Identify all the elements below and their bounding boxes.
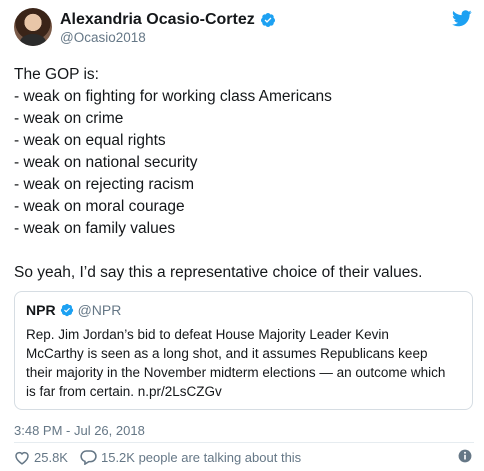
tweet-body: The GOP is: - weak on fighting for worki… (14, 64, 474, 284)
divider (14, 442, 474, 443)
like-count: 25.8K (34, 449, 68, 465)
tweet-line: - weak on national security (14, 154, 198, 171)
tweet-line: - weak on rejecting racism (14, 176, 195, 193)
quoted-tweet[interactable]: NPR @NPR Rep. Jim Jordan’s bid to defeat… (14, 291, 473, 410)
quoted-line: Rep. Jim Jordan’s bid to defeat House Ma… (26, 327, 389, 342)
tweet-line: - weak on family values (14, 220, 176, 237)
heart-icon (15, 451, 29, 465)
tweet-line: - weak on equal rights (14, 132, 166, 149)
tweet-actions: 25.8K 15.2K people are talking about thi… (14, 448, 301, 466)
quoted-line: McCarthy is seen as a long shot, and it … (26, 346, 428, 361)
avatar[interactable] (14, 8, 52, 46)
author-display-name[interactable]: Alexandria Ocasio-Cortez (60, 11, 255, 29)
name-row: Alexandria Ocasio-Cortez (60, 10, 276, 30)
info-icon[interactable] (458, 449, 472, 463)
tweet-line: - weak on crime (14, 110, 124, 127)
tweet-header: Alexandria Ocasio-Cortez @Ocasio2018 (14, 8, 474, 50)
tweet-line: - weak on moral courage (14, 198, 185, 215)
reply-count-text: 15.2K people are talking about this (100, 449, 302, 465)
twitter-bird-icon[interactable] (452, 10, 472, 27)
quoted-tweet-body: Rep. Jim Jordan’s bid to defeat House Ma… (26, 325, 466, 401)
verified-badge-icon (260, 13, 275, 27)
embedded-tweet: Alexandria Ocasio-Cortez @Ocasio2018 The… (0, 0, 484, 471)
tweet-line: - weak on fighting for working class Ame… (14, 88, 332, 105)
tweet-timestamp[interactable]: 3:48 PM - Jul 26, 2018 (14, 423, 145, 438)
like-button[interactable]: 25.8K (14, 450, 80, 465)
reply-button[interactable]: 15.2K people are talking about this (80, 449, 301, 465)
verified-badge-icon (60, 303, 73, 317)
quoted-author-handle[interactable]: @NPR (78, 302, 122, 318)
quoted-tweet-header: NPR @NPR (26, 302, 121, 318)
reply-bubble-icon (80, 450, 97, 465)
author-handle[interactable]: @Ocasio2018 (60, 30, 146, 45)
quoted-line: their majority in the November midterm e… (26, 365, 446, 380)
quoted-author-name[interactable]: NPR (26, 302, 56, 318)
tweet-line: The GOP is: (14, 66, 99, 83)
quoted-line: is far from certain. n.pr/2LsCZGv (26, 384, 222, 399)
tweet-closing-line: So yeah, I’d say this a representative c… (14, 264, 423, 281)
